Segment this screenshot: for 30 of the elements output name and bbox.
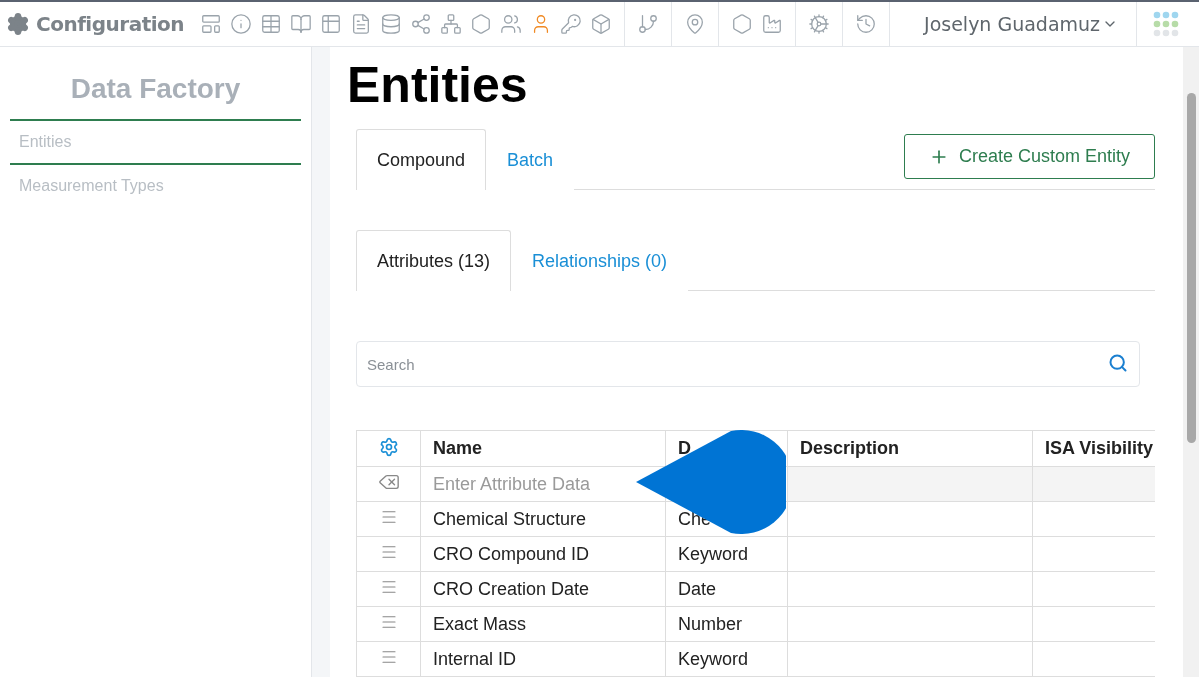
search-field[interactable]: Search [356,341,1140,387]
apps-icon[interactable] [1153,11,1180,37]
gear-icon [6,12,30,36]
table-cell: CRO Compound ID [420,536,666,572]
user-menu[interactable]: Joselyn Guadamuz [914,13,1129,35]
create-entity-button[interactable]: Create Custom Entity [903,134,1155,179]
table-cell: Keyword [665,641,788,677]
entity-tab[interactable]: Compound [356,129,487,190]
column-header: Name [420,430,666,467]
drag-handle-icon[interactable] [379,648,398,666]
table-cell: Date [665,571,788,607]
settings-icon[interactable] [378,436,399,457]
column-header: Description [787,430,1033,467]
table-cell: Exact Mass [420,606,666,642]
scrollbar[interactable] [1183,47,1199,677]
drag-handle-icon[interactable] [379,508,398,526]
table-cell: Keyword [665,536,788,572]
table-cell: Number [665,606,788,642]
drag-handle-icon[interactable] [379,543,398,561]
table-cell: Internal ID [420,641,666,677]
column-header: ISA Visibility [1032,430,1155,467]
search-icon[interactable] [1108,353,1128,373]
drag-handle-icon[interactable] [379,578,398,596]
table-cell: CRO Creation Date [420,571,666,607]
attribute-tab[interactable]: Attributes (13) [356,230,512,291]
page-title: Entities [347,57,529,113]
drag-handle-icon[interactable] [379,613,398,631]
table-cell: Chemical Structure [420,501,666,537]
app-title: Configuration [36,12,185,36]
attribute-input[interactable]: Enter Attribute Data [433,473,623,495]
